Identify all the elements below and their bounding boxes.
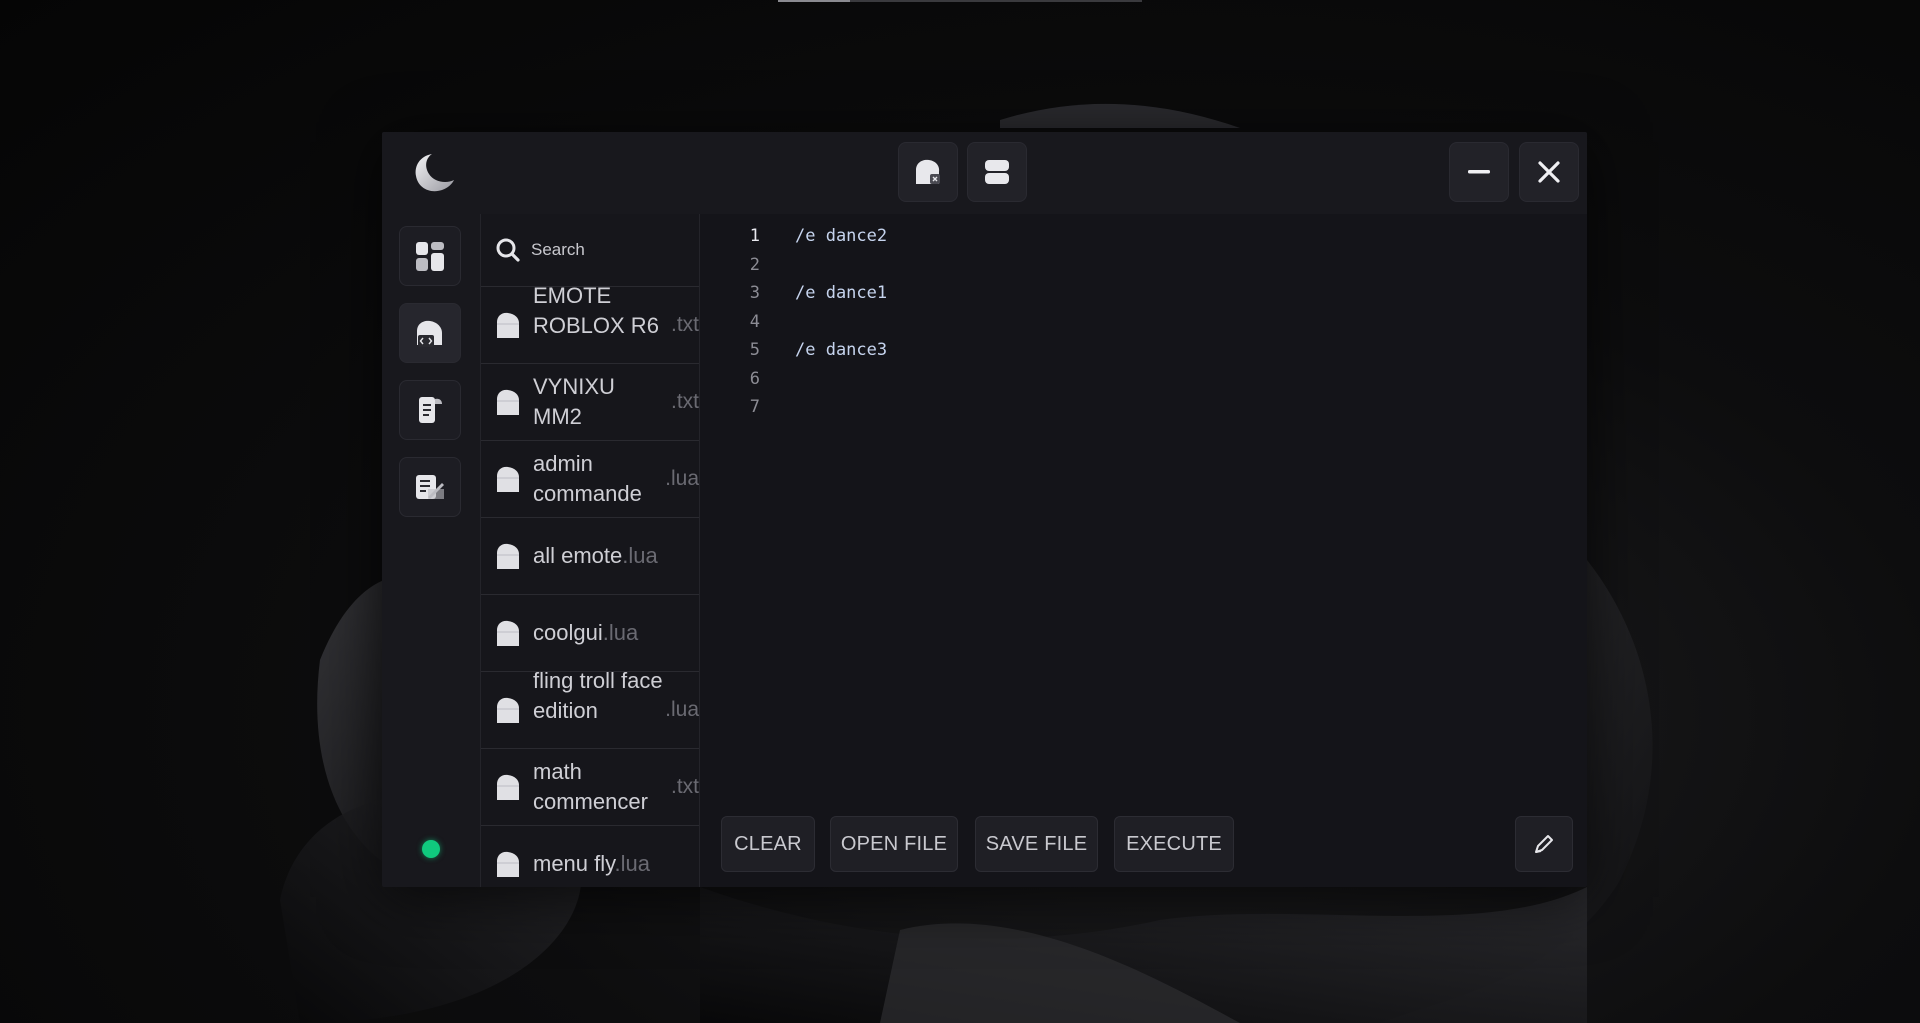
file-ext: .txt: [670, 313, 699, 336]
minimize-icon: [1468, 170, 1490, 174]
code-editor[interactable]: 1 2 3 4 5 6 7 /e dance2 /e dance1 /e dan…: [700, 214, 1587, 887]
code-line: /e dance1: [795, 283, 888, 303]
file-name: menu fly: [533, 851, 615, 876]
file-icon: [497, 774, 519, 800]
rail-item-dashboard[interactable]: [399, 226, 461, 286]
tab-script-close[interactable]: [898, 142, 958, 202]
edit-button[interactable]: [1515, 816, 1573, 872]
file-item[interactable]: menu fly.lua: [481, 826, 699, 887]
search-input[interactable]: [529, 239, 683, 261]
file-icon: [497, 697, 519, 723]
file-ext: .lua: [622, 543, 658, 568]
minimize-button[interactable]: [1449, 142, 1509, 202]
file-ext: .lua: [614, 851, 650, 876]
line-number: 1: [749, 226, 760, 246]
line-number: 6: [749, 368, 760, 389]
titlebar: [382, 132, 1587, 215]
file-icon: [497, 466, 519, 492]
close-button[interactable]: [1519, 142, 1579, 202]
execute-button[interactable]: EXECUTE: [1114, 816, 1234, 872]
line-gutter: 1 2 3 4 5 6 7: [700, 222, 760, 422]
file-label: coolgui.lua: [533, 620, 638, 646]
code-line: /e dance2: [795, 226, 888, 246]
split-view-icon: [985, 160, 1009, 184]
file-panel: EMOTE ROBLOX R6 .txt VYNIXU MM2 .txt adm…: [481, 214, 700, 887]
file-name: admin commande: [533, 451, 642, 506]
pencil-icon: [1535, 835, 1553, 853]
file-name: math commencer: [533, 759, 648, 814]
file-ext: .lua: [665, 698, 699, 721]
search-bar: [481, 214, 699, 287]
line-number: 5: [749, 340, 760, 360]
side-rail: [382, 214, 481, 887]
search-icon: [496, 238, 520, 262]
app-window: EMOTE ROBLOX R6 .txt VYNIXU MM2 .txt adm…: [382, 132, 1587, 887]
file-item[interactable]: EMOTE ROBLOX R6 .txt: [481, 287, 699, 364]
file-item[interactable]: admin commande .lua: [481, 441, 699, 518]
file-item[interactable]: VYNIXU MM2 .txt: [481, 364, 699, 441]
file-name: all emote: [533, 543, 623, 568]
line-number: 2: [749, 254, 760, 275]
file-ext: .lua: [602, 620, 639, 645]
file-name: coolgui: [533, 620, 603, 645]
file-label: all emote.lua: [533, 543, 658, 569]
settings-doc-icon: [416, 475, 444, 499]
file-item[interactable]: all emote.lua: [481, 518, 699, 595]
rail-item-settings[interactable]: [399, 457, 461, 517]
script-close-icon: [916, 159, 940, 184]
code-line: /e dance3: [795, 340, 888, 360]
top-strip: [778, 0, 1142, 2]
file-list: EMOTE ROBLOX R6 .txt VYNIXU MM2 .txt adm…: [481, 287, 699, 887]
file-ext: .txt: [670, 390, 699, 413]
file-icon: [497, 620, 519, 646]
rail-item-scripts[interactable]: [399, 380, 461, 440]
file-icon: [497, 389, 519, 415]
file-icon: [497, 851, 519, 877]
status-indicator: [422, 840, 440, 858]
file-item[interactable]: coolgui.lua: [481, 595, 699, 672]
clear-button[interactable]: CLEAR: [721, 816, 815, 872]
file-label: menu fly.lua: [533, 851, 650, 877]
line-number: 4: [749, 311, 760, 332]
file-icon: [497, 312, 519, 338]
line-number: 3: [749, 283, 760, 303]
open-file-button[interactable]: OPEN FILE: [830, 816, 958, 872]
tab-split-view[interactable]: [967, 142, 1027, 202]
code-file-icon: [417, 320, 442, 347]
file-ext: .lua: [665, 467, 699, 490]
rail-item-editor[interactable]: [399, 303, 461, 363]
file-name: VYNIXU MM2: [533, 374, 615, 429]
close-icon: [1538, 161, 1560, 183]
file-name: EMOTE ROBLOX R6: [533, 287, 659, 338]
moon-logo-icon: [415, 154, 454, 192]
file-name: fling troll face edition: [533, 672, 663, 723]
file-item[interactable]: math commencer .txt: [481, 749, 699, 826]
file-icon: [497, 543, 519, 569]
code-lines[interactable]: /e dance2 /e dance1 /e dance3: [795, 222, 887, 422]
line-number: 7: [749, 397, 760, 417]
file-item[interactable]: fling troll face edition .lua: [481, 672, 699, 749]
file-ext: .txt: [670, 775, 699, 798]
save-file-button[interactable]: SAVE FILE: [975, 816, 1098, 872]
script-scroll-icon: [419, 397, 442, 423]
dashboard-icon: [416, 242, 444, 271]
